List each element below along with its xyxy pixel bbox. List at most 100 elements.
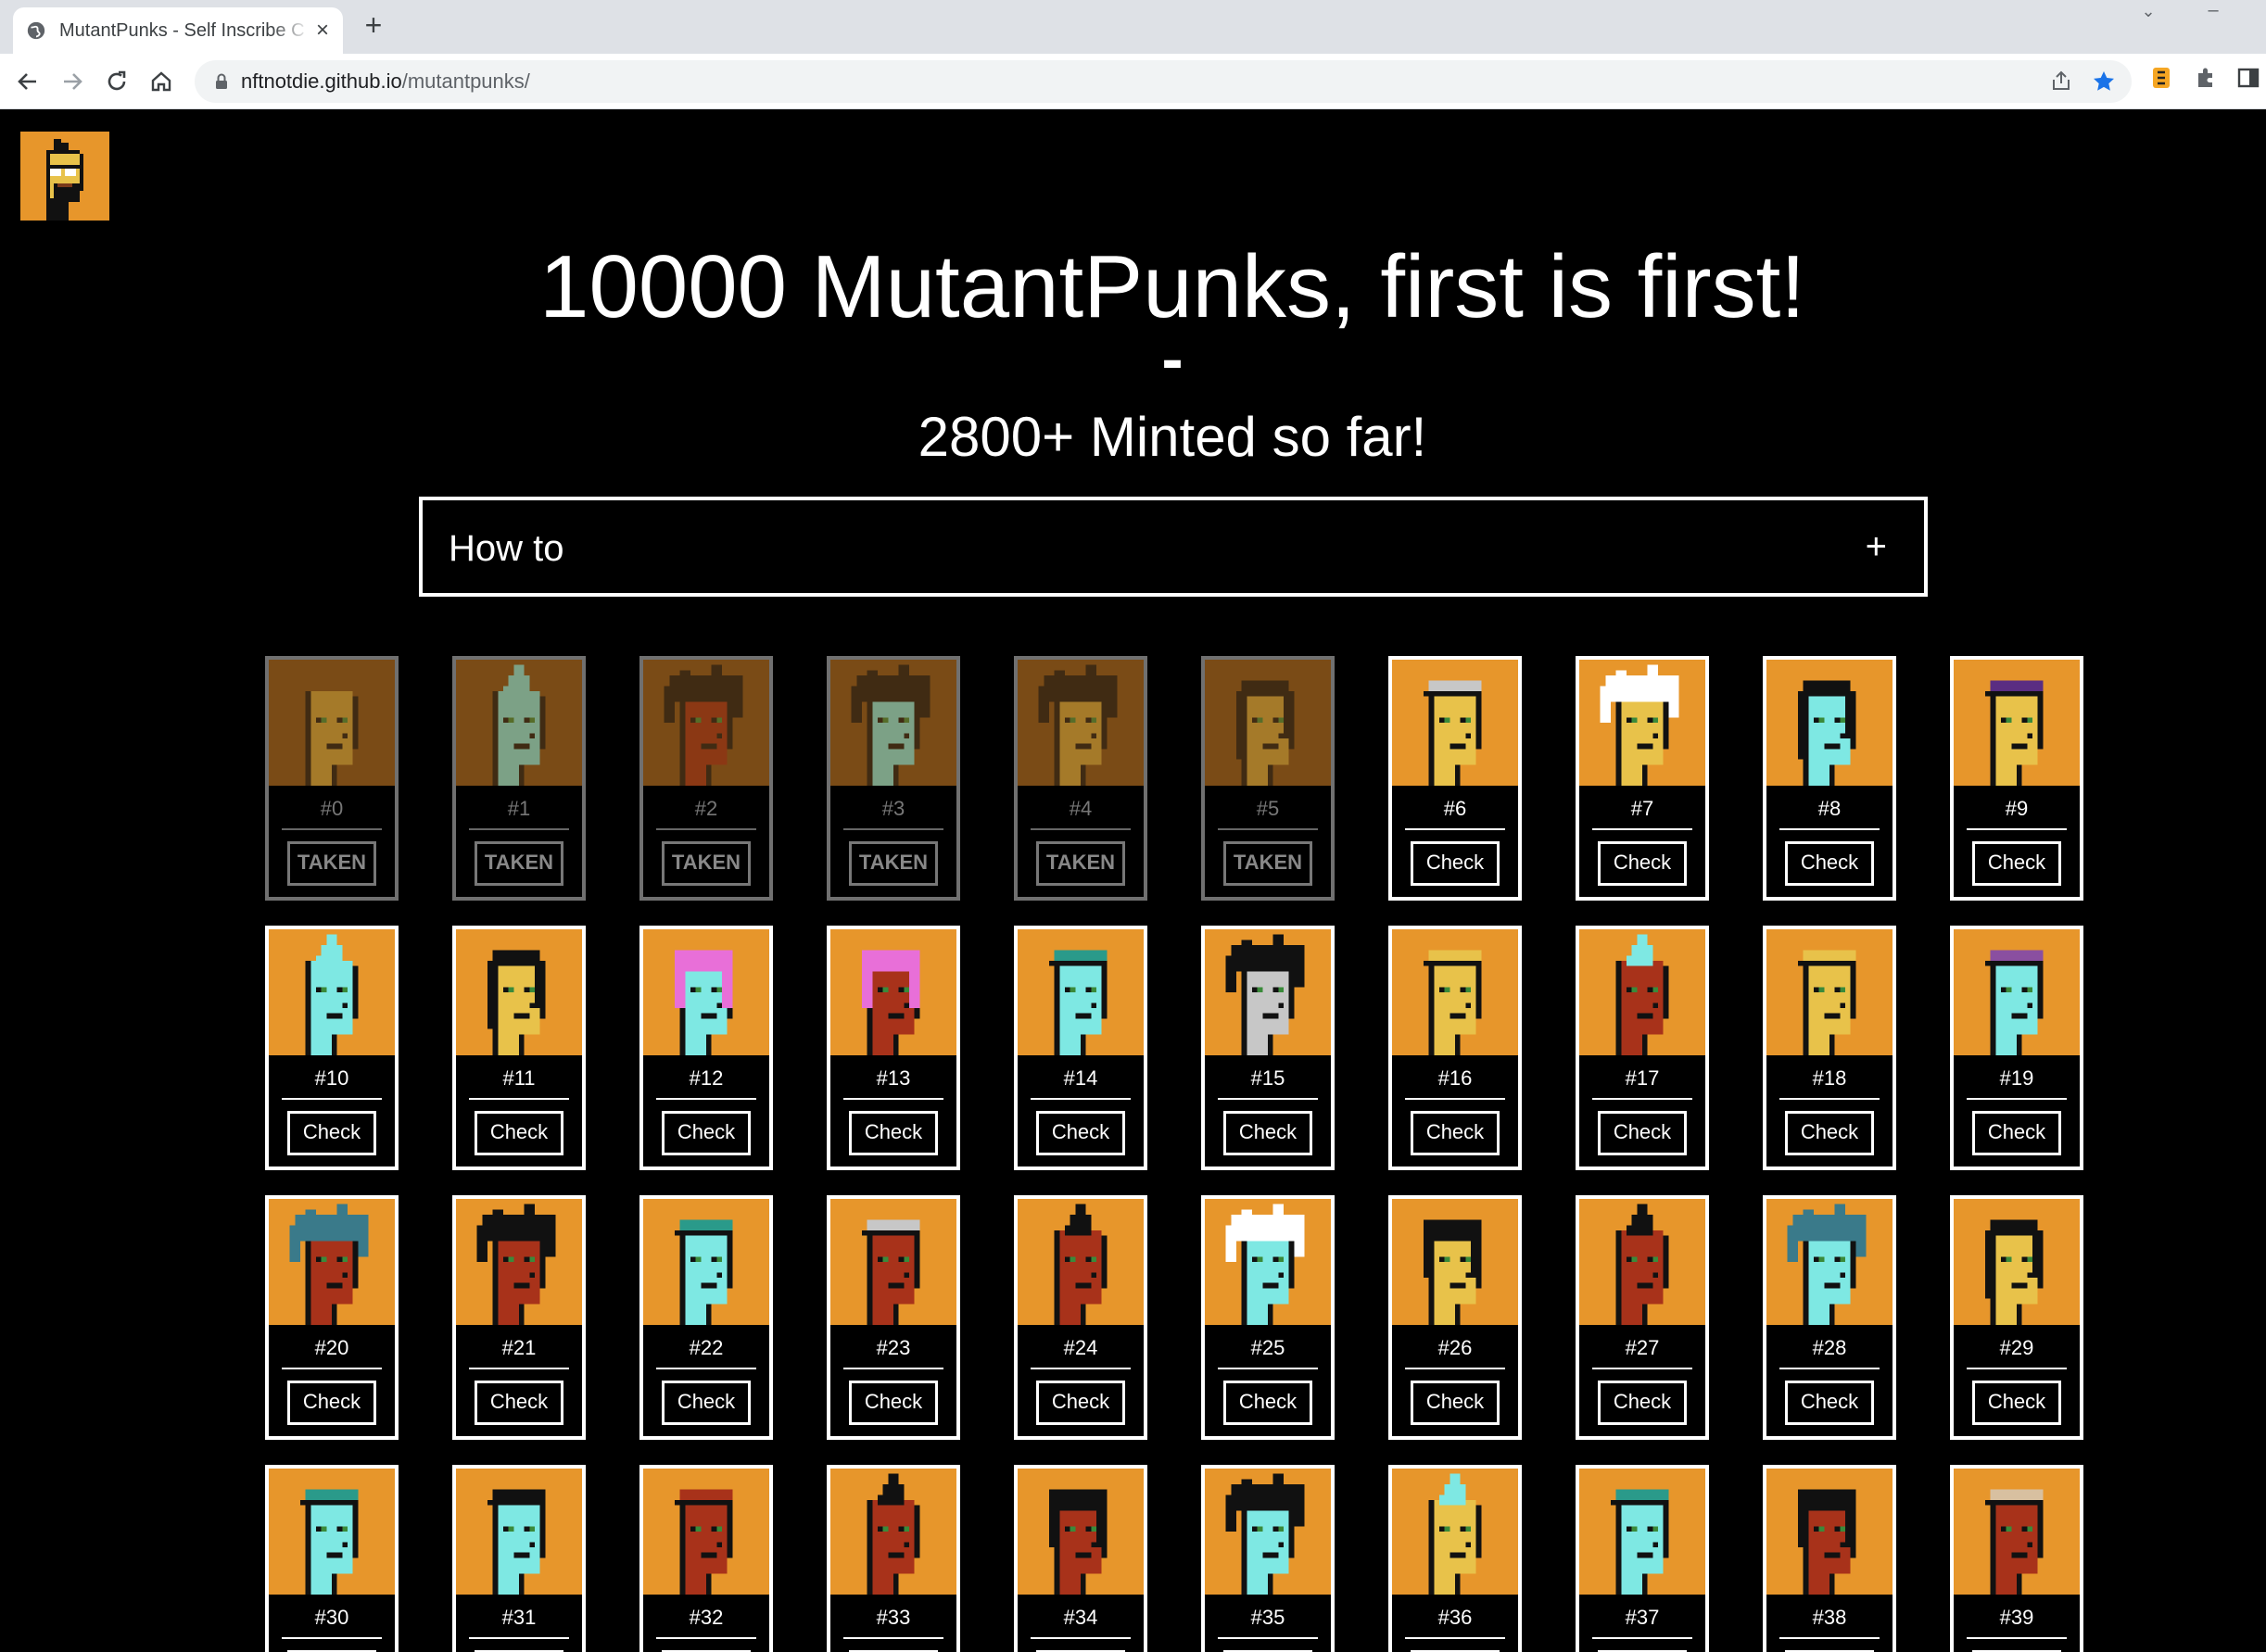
punk-image[interactable] <box>1766 929 1893 1055</box>
check-button[interactable]: Check <box>1036 1381 1125 1425</box>
address-bar[interactable]: nftnotdie.github.io/mutantpunks/ <box>195 60 2132 103</box>
punk-image[interactable] <box>1579 660 1705 786</box>
punk-image[interactable] <box>269 1199 395 1325</box>
how-to-accordion[interactable]: How to + <box>419 497 1928 597</box>
punk-image[interactable] <box>643 1469 769 1595</box>
check-button[interactable]: Check <box>1785 841 1874 886</box>
check-button[interactable]: Check <box>287 1381 376 1425</box>
home-icon[interactable] <box>145 65 178 98</box>
check-button[interactable]: Check <box>1598 1111 1687 1155</box>
extension-wallet-icon[interactable] <box>2148 65 2174 91</box>
check-button[interactable]: Check <box>1785 1111 1874 1155</box>
check-button[interactable]: Check <box>849 1111 938 1155</box>
check-button[interactable]: Check <box>1411 1111 1500 1155</box>
punk-image[interactable] <box>1579 1469 1705 1595</box>
side-panel-icon[interactable] <box>2235 65 2261 91</box>
punk-image[interactable] <box>830 1469 956 1595</box>
punk-image[interactable] <box>1205 660 1331 786</box>
check-button[interactable]: Check <box>1598 841 1687 886</box>
punk-image[interactable] <box>1392 1469 1518 1595</box>
check-button[interactable]: Check <box>849 1381 938 1425</box>
punk-image[interactable] <box>456 1469 582 1595</box>
back-arrow-icon[interactable] <box>11 65 44 98</box>
punk-pixel-art <box>675 1489 733 1595</box>
punk-image[interactable] <box>1205 1469 1331 1595</box>
expand-plus-icon[interactable]: + <box>1866 524 1887 569</box>
punk-image[interactable] <box>1392 660 1518 786</box>
punk-image[interactable] <box>1205 1199 1331 1325</box>
punk-image[interactable] <box>269 929 395 1055</box>
check-button[interactable]: Check <box>662 1111 751 1155</box>
punk-image[interactable] <box>830 1199 956 1325</box>
page-title: 10000 MutantPunks, first is first! <box>539 237 1805 336</box>
card-divider <box>656 1368 756 1369</box>
check-button[interactable]: Check <box>1223 1381 1312 1425</box>
extensions-puzzle-icon[interactable] <box>2193 65 2219 91</box>
bookmark-star-icon[interactable] <box>2091 69 2117 95</box>
forward-arrow-icon[interactable] <box>56 65 89 98</box>
window-minimize-icon[interactable]: – <box>2200 0 2226 22</box>
check-button[interactable]: Check <box>1972 841 2061 886</box>
check-button[interactable]: Check <box>1972 1381 2061 1425</box>
card-divider <box>1031 828 1131 830</box>
card-divider <box>469 1368 569 1369</box>
punk-number: #17 <box>1625 1066 1660 1090</box>
punk-image[interactable] <box>269 1469 395 1595</box>
punk-image[interactable] <box>643 1199 769 1325</box>
share-icon[interactable] <box>2048 69 2074 95</box>
url-path: /mutantpunks/ <box>401 69 530 93</box>
tab-title: MutantPunks - Self Inscribe C <box>59 20 305 41</box>
punk-number: #38 <box>1812 1606 1847 1629</box>
punk-image[interactable] <box>1954 660 2080 786</box>
punk-image[interactable] <box>1954 1469 2080 1595</box>
punk-pixel-art <box>1615 1204 1669 1325</box>
site-logo[interactable] <box>20 132 109 221</box>
check-button[interactable]: Check <box>1785 1381 1874 1425</box>
punk-image[interactable] <box>1392 929 1518 1055</box>
punk-image[interactable] <box>1766 1469 1893 1595</box>
browser-tab[interactable]: MutantPunks - Self Inscribe C × <box>13 7 343 54</box>
punk-image[interactable] <box>1579 1199 1705 1325</box>
punk-image[interactable] <box>830 929 956 1055</box>
check-button[interactable]: Check <box>1598 1381 1687 1425</box>
punk-image[interactable] <box>1018 929 1144 1055</box>
punk-image[interactable] <box>269 660 395 786</box>
check-button[interactable]: Check <box>1411 841 1500 886</box>
punk-pixel-art <box>1798 680 1856 786</box>
punk-pixel-art <box>300 1489 359 1595</box>
punk-image[interactable] <box>1018 660 1144 786</box>
punk-image[interactable] <box>1018 1469 1144 1595</box>
lock-icon[interactable] <box>211 71 232 92</box>
punk-card: #29 Check <box>1950 1195 2083 1440</box>
punk-pixel-art <box>1225 1204 1305 1325</box>
punk-image[interactable] <box>1579 929 1705 1055</box>
check-button[interactable]: Check <box>287 1111 376 1155</box>
punk-image[interactable] <box>1766 660 1893 786</box>
check-button[interactable]: Check <box>475 1111 563 1155</box>
check-button[interactable]: Check <box>1972 1111 2061 1155</box>
tab-close-icon[interactable]: × <box>311 19 334 42</box>
punk-card: #31Check <box>452 1465 586 1652</box>
punk-image[interactable] <box>1766 1199 1893 1325</box>
punk-image[interactable] <box>830 660 956 786</box>
punk-pixel-art <box>1038 664 1118 786</box>
tab-search-chevron-icon[interactable]: ⌄ <box>2135 2 2161 24</box>
new-tab-icon[interactable]: + <box>360 10 387 40</box>
punk-image[interactable] <box>1018 1199 1144 1325</box>
punk-image[interactable] <box>1392 1199 1518 1325</box>
punk-image[interactable] <box>643 660 769 786</box>
punk-image[interactable] <box>1954 929 2080 1055</box>
check-button[interactable]: Check <box>662 1381 751 1425</box>
punk-image[interactable] <box>1954 1199 2080 1325</box>
check-button[interactable]: Check <box>1223 1111 1312 1155</box>
punk-image[interactable] <box>1205 929 1331 1055</box>
check-button[interactable]: Check <box>1411 1381 1500 1425</box>
punk-image[interactable] <box>456 929 582 1055</box>
punk-image[interactable] <box>456 1199 582 1325</box>
check-button[interactable]: Check <box>475 1381 563 1425</box>
punk-image[interactable] <box>643 929 769 1055</box>
reload-icon[interactable] <box>100 65 133 98</box>
punk-image[interactable] <box>456 660 582 786</box>
card-divider <box>656 1098 756 1100</box>
check-button[interactable]: Check <box>1036 1111 1125 1155</box>
